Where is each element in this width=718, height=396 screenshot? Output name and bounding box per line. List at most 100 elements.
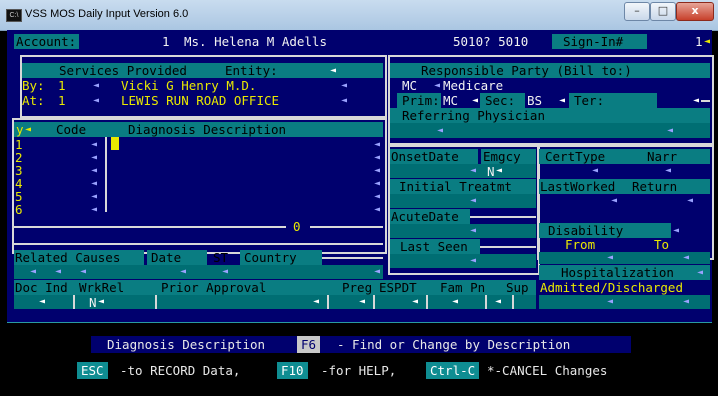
at-arrow-icon[interactable]: ◄ <box>93 95 99 107</box>
emgcy-value[interactable]: N <box>487 164 495 179</box>
to-label: To <box>654 237 670 252</box>
code-row-arrow-icon[interactable]: ◄ <box>91 178 97 190</box>
sec-value[interactable]: BS <box>527 93 542 108</box>
docind-label: Doc Ind <box>15 280 68 295</box>
sup-divider <box>512 295 514 309</box>
console-app-icon[interactable]: C:\ <box>6 9 22 22</box>
by-name[interactable]: Vicki G Henry M.D. <box>121 78 256 93</box>
ter-arrow-icon[interactable]: ◄ <box>693 95 699 107</box>
wrkrel-value[interactable]: N <box>89 295 97 310</box>
return-label: Return <box>632 179 678 194</box>
responsible-name[interactable]: Medicare <box>443 78 503 93</box>
acute-arrow-icon[interactable]: ◄ <box>470 225 476 237</box>
fampn-arrow-icon[interactable]: ◄ <box>452 296 458 308</box>
desc-row-arrow-icon[interactable]: ◄ <box>374 204 380 216</box>
admitted-label: Admitted/Discharged <box>540 280 683 295</box>
espdt-label: ESPDT <box>379 280 417 295</box>
certtype-arrow-icon[interactable]: ◄ <box>592 165 598 177</box>
entity-arrow-icon[interactable]: ◄ <box>330 65 336 77</box>
narr-label: Narr <box>647 149 678 164</box>
admitted-arrow-icon[interactable]: ◄ <box>607 296 613 308</box>
counter-line-right <box>310 226 383 228</box>
espdt-divider <box>426 295 428 309</box>
espdt-arrow-icon[interactable]: ◄ <box>412 296 418 308</box>
related-top-line <box>14 243 383 245</box>
maximize-button[interactable]: □ <box>650 2 676 21</box>
f10-key[interactable]: F10 <box>277 362 308 379</box>
sup-arrow-icon[interactable]: ◄ <box>495 296 501 308</box>
at-name-arrow-icon: ◄ <box>341 95 348 106</box>
disability-from-arrow-icon[interactable]: ◄ <box>607 252 613 264</box>
date-arrow-icon[interactable]: ◄ <box>180 266 186 278</box>
onset-field[interactable] <box>390 164 536 178</box>
related-arrow-icon[interactable]: ◄ <box>55 266 61 278</box>
wrkrel-arrow-icon: ◄ <box>98 296 105 307</box>
last-seen-field[interactable] <box>390 254 536 268</box>
text-cursor <box>111 137 119 150</box>
prim-value[interactable]: MC <box>443 93 458 108</box>
responsible-type[interactable]: MC <box>402 78 417 93</box>
disability-arrow-icon[interactable]: ◄ <box>673 225 679 237</box>
close-button[interactable]: x <box>676 2 714 21</box>
acute-field[interactable] <box>390 224 536 238</box>
code-row-arrow-icon[interactable]: ◄ <box>91 204 97 216</box>
code-row-arrow-icon[interactable]: ◄ <box>91 191 97 203</box>
f6-key[interactable]: F6 <box>297 336 321 353</box>
country-arrow-icon[interactable]: ◄ <box>374 266 380 278</box>
referring-label: Referring Physician <box>402 108 545 123</box>
y-arrow-icon: ◄ <box>25 124 32 135</box>
prim-label: Prim: <box>402 93 440 108</box>
zip-code[interactable]: 5010? 5010 <box>453 34 528 49</box>
code-row-arrow-icon[interactable]: ◄ <box>91 165 97 177</box>
initial-field[interactable] <box>390 194 536 208</box>
disability-to-arrow-icon[interactable]: ◄ <box>683 252 689 264</box>
related-arrow-icon[interactable]: ◄ <box>30 266 36 278</box>
wrkrel-divider <box>155 295 157 309</box>
window-title: VSS MOS Daily Input Version 6.0 <box>25 8 189 20</box>
desc-row-arrow-icon[interactable]: ◄ <box>374 152 380 164</box>
certtype-label: CertType <box>545 149 606 164</box>
related-field[interactable] <box>14 265 383 279</box>
country-line <box>322 257 383 259</box>
signin-value[interactable]: 1 <box>695 34 703 49</box>
lastworked-arrow-icon[interactable]: ◄ <box>611 195 617 207</box>
code-row-arrow-icon[interactable]: ◄ <box>91 139 97 151</box>
signin-arrow-icon: ◄ <box>704 36 711 47</box>
patient-name[interactable]: Ms. Helena M Adells <box>184 34 327 49</box>
minimize-button[interactable]: – <box>624 2 650 21</box>
sec-arrow-icon: ◄ <box>559 95 566 106</box>
docind-arrow-icon[interactable]: ◄ <box>39 296 45 308</box>
desc-row-arrow-icon[interactable]: ◄ <box>374 139 380 151</box>
prior-arrow-icon[interactable]: ◄ <box>313 296 319 308</box>
y-label: y <box>16 122 24 137</box>
discharged-arrow-icon[interactable]: ◄ <box>683 296 689 308</box>
narr-arrow-icon[interactable]: ◄ <box>665 165 671 177</box>
desc-row-arrow-icon[interactable]: ◄ <box>374 165 380 177</box>
onset-arrow-icon[interactable]: ◄ <box>470 165 476 177</box>
esc-key[interactable]: ESC <box>77 362 108 379</box>
sup-label: Sup <box>506 280 529 295</box>
return-arrow-icon[interactable]: ◄ <box>687 195 693 207</box>
at-id[interactable]: 1 <box>58 93 66 108</box>
desc-row-arrow-icon[interactable]: ◄ <box>374 178 380 190</box>
from-label: From <box>565 237 596 252</box>
emgcy-arrow-icon: ◄ <box>496 165 503 176</box>
code-row-arrow-icon[interactable]: ◄ <box>91 152 97 164</box>
by-arrow-icon[interactable]: ◄ <box>93 80 99 92</box>
at-name[interactable]: LEWIS RUN ROAD OFFICE <box>121 93 279 108</box>
date-label: Date <box>151 250 182 265</box>
st-arrow-icon[interactable]: ◄ <box>222 266 228 278</box>
f10-help-text: -for HELP, <box>321 363 397 378</box>
referring-arrow-icon[interactable]: ◄ <box>437 125 443 137</box>
related-arrow-icon[interactable]: ◄ <box>80 266 86 278</box>
desc-row-arrow-icon[interactable]: ◄ <box>374 191 380 203</box>
lastworked-label: LastWorked <box>540 179 616 194</box>
account-number[interactable]: 1 <box>162 34 170 49</box>
ter-line <box>701 100 710 102</box>
initial-arrow-icon[interactable]: ◄ <box>470 195 476 207</box>
title-bar[interactable]: C:\ VSS MOS Daily Input Version 6.0 – □ … <box>0 0 718 31</box>
ctrlc-key[interactable]: Ctrl-C <box>426 362 480 379</box>
last-seen-arrow-icon[interactable]: ◄ <box>470 255 476 267</box>
preg-arrow-icon[interactable]: ◄ <box>359 296 365 308</box>
by-id[interactable]: 1 <box>58 78 66 93</box>
